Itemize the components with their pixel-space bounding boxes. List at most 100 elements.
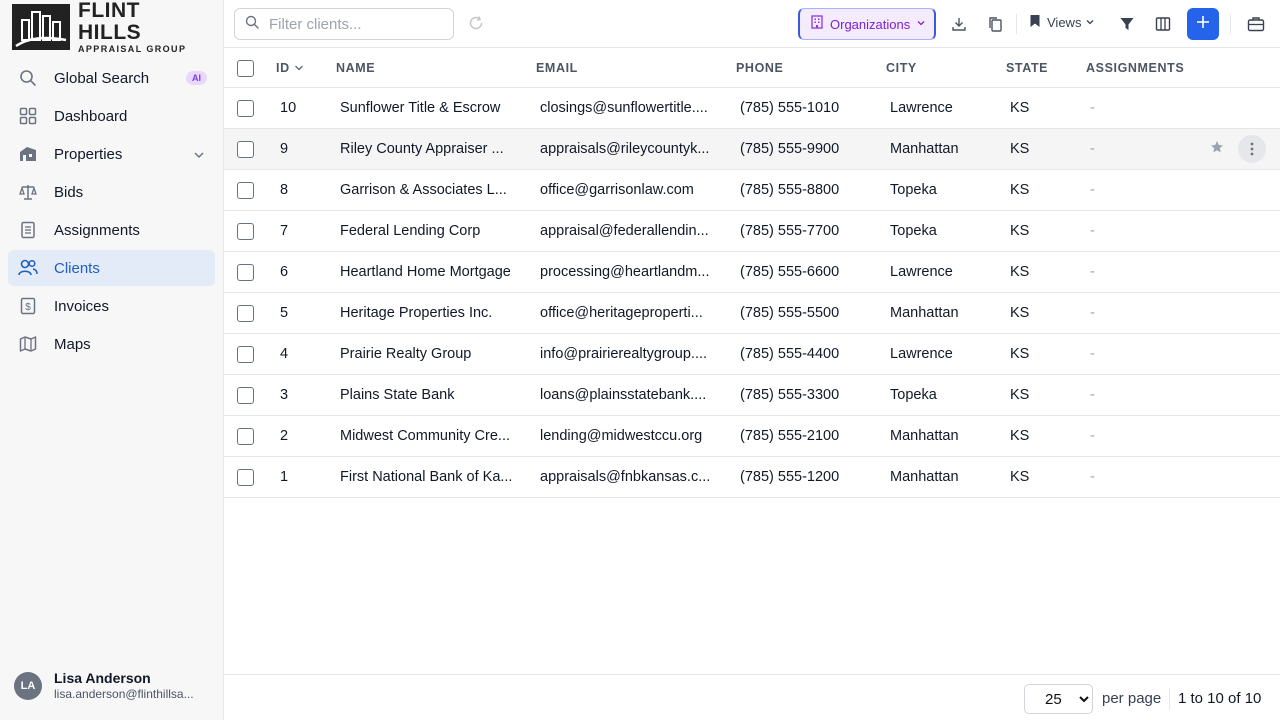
- column-header-email[interactable]: EMAIL: [536, 61, 578, 75]
- cell-assignments: -: [1090, 428, 1095, 444]
- user-email: lisa.anderson@flinthillsa...: [54, 687, 194, 701]
- scale-icon: [18, 182, 38, 202]
- per-page-select[interactable]: 25: [1024, 684, 1093, 714]
- add-client-button[interactable]: [1187, 8, 1219, 40]
- cell-name[interactable]: Heartland Home Mortgage: [340, 264, 511, 280]
- row-checkbox[interactable]: [237, 100, 254, 117]
- cell-id: 2: [280, 428, 289, 444]
- column-header-phone[interactable]: PHONE: [736, 61, 783, 75]
- organizations-filter-button[interactable]: Organizations: [798, 8, 936, 40]
- table-row[interactable]: 8 Garrison & Associates L... office@garr…: [224, 170, 1280, 211]
- cell-assignments: -: [1090, 469, 1095, 485]
- cell-phone: (785) 555-3300: [740, 387, 840, 403]
- cell-email[interactable]: info@prairierealtygroup....: [540, 346, 707, 362]
- cell-name[interactable]: Midwest Community Cre...: [340, 428, 510, 444]
- table-row[interactable]: 5 Heritage Properties Inc. office@herita…: [224, 293, 1280, 334]
- cell-city: Lawrence: [890, 346, 953, 362]
- row-checkbox[interactable]: [237, 469, 254, 486]
- cell-email[interactable]: closings@sunflowertitle....: [540, 100, 708, 116]
- row-checkbox[interactable]: [237, 387, 254, 404]
- table-row[interactable]: 3 Plains State Bank loans@plainsstateban…: [224, 375, 1280, 416]
- cell-name[interactable]: Sunflower Title & Escrow: [340, 100, 500, 116]
- sidebar-item-clients[interactable]: Clients: [8, 250, 215, 286]
- cell-email[interactable]: lending@midwestccu.org: [540, 428, 702, 444]
- cell-name[interactable]: Plains State Bank: [340, 387, 454, 403]
- cell-id: 4: [280, 346, 289, 362]
- download-icon[interactable]: [949, 14, 969, 34]
- organizations-label: Organizations: [830, 16, 911, 32]
- brand-logo[interactable]: FLINT HILLS APPRAISAL GROUP: [12, 0, 202, 54]
- sidebar-item-assignments[interactable]: Assignments: [8, 212, 215, 248]
- table-row[interactable]: 7 Federal Lending Corp appraisal@federal…: [224, 211, 1280, 252]
- cell-name[interactable]: Heritage Properties Inc.: [340, 305, 492, 321]
- search-box[interactable]: [234, 8, 454, 40]
- row-checkbox[interactable]: [237, 182, 254, 199]
- chevron-down-icon: [1085, 15, 1095, 30]
- sidebar-item-global-search[interactable]: Global Search AI: [8, 60, 215, 96]
- cell-email[interactable]: office@heritageproperti...: [540, 305, 703, 321]
- cell-email[interactable]: office@garrisonlaw.com: [540, 182, 694, 198]
- cell-id: 8: [280, 182, 289, 198]
- table-row[interactable]: 1 First National Bank of Ka... appraisal…: [224, 457, 1280, 498]
- table-row[interactable]: 6 Heartland Home Mortgage processing@hea…: [224, 252, 1280, 293]
- user-profile[interactable]: LA Lisa Anderson lisa.anderson@flinthill…: [14, 670, 194, 702]
- sidebar-item-maps[interactable]: Maps: [8, 326, 215, 362]
- toolbar-divider: [1016, 14, 1017, 34]
- cell-state: KS: [1010, 141, 1030, 157]
- cell-email[interactable]: appraisals@rileycountyk...: [540, 141, 709, 157]
- views-button[interactable]: Views: [1029, 14, 1095, 31]
- views-label: Views: [1047, 15, 1082, 30]
- sidebar-item-label: Maps: [54, 335, 91, 353]
- table-row[interactable]: 4 Prairie Realty Group info@prairierealt…: [224, 334, 1280, 375]
- column-header-name[interactable]: NAME: [336, 61, 375, 75]
- table-row[interactable]: 2 Midwest Community Cre... lending@midwe…: [224, 416, 1280, 457]
- select-all-checkbox[interactable]: [237, 60, 254, 77]
- more-vertical-icon[interactable]: [1238, 135, 1266, 163]
- copy-icon[interactable]: [985, 14, 1005, 34]
- avatar: LA: [14, 672, 42, 700]
- cell-id: 10: [280, 100, 297, 116]
- cell-assignments: -: [1090, 305, 1095, 321]
- columns-icon[interactable]: [1153, 14, 1173, 34]
- cell-name[interactable]: Federal Lending Corp: [340, 223, 480, 239]
- row-checkbox[interactable]: [237, 305, 254, 322]
- sidebar-item-properties[interactable]: Properties: [8, 136, 215, 172]
- search-input[interactable]: [269, 15, 439, 33]
- cell-email[interactable]: loans@plainsstatebank....: [540, 387, 706, 403]
- cell-name[interactable]: First National Bank of Ka...: [340, 469, 512, 485]
- column-header-id[interactable]: ID: [276, 61, 304, 75]
- row-checkbox[interactable]: [237, 346, 254, 363]
- refresh-icon[interactable]: [468, 15, 484, 36]
- filter-icon[interactable]: [1117, 14, 1137, 34]
- cell-name[interactable]: Riley County Appraiser ...: [340, 141, 504, 157]
- toolbar-divider: [1230, 14, 1231, 34]
- column-header-city[interactable]: CITY: [886, 61, 917, 75]
- row-checkbox[interactable]: [237, 223, 254, 240]
- sidebar-item-invoices[interactable]: $ Invoices: [8, 288, 215, 324]
- cell-name[interactable]: Garrison & Associates L...: [340, 182, 507, 198]
- per-page-label: per page: [1102, 690, 1162, 707]
- chevron-down-icon[interactable]: [193, 148, 205, 166]
- cell-email[interactable]: appraisal@federallendin...: [540, 223, 709, 239]
- cell-city: Manhattan: [890, 141, 959, 157]
- row-checkbox[interactable]: [237, 264, 254, 281]
- pagination-divider: [1169, 688, 1170, 710]
- star-icon[interactable]: [1210, 140, 1224, 159]
- table-row[interactable]: 9 Riley County Appraiser ... appraisals@…: [224, 129, 1280, 170]
- cell-state: KS: [1010, 264, 1030, 280]
- row-checkbox[interactable]: [237, 141, 254, 158]
- cell-id: 9: [280, 141, 289, 157]
- cell-email[interactable]: appraisals@fnbkansas.c...: [540, 469, 710, 485]
- column-header-assignments[interactable]: ASSIGNMENTS: [1086, 61, 1184, 75]
- cell-phone: (785) 555-1200: [740, 469, 840, 485]
- column-header-state[interactable]: STATE: [1006, 61, 1048, 75]
- briefcase-icon[interactable]: [1246, 14, 1266, 34]
- chevron-down-icon: [916, 15, 926, 33]
- sidebar-item-label: Bids: [54, 183, 84, 201]
- table-row[interactable]: 10 Sunflower Title & Escrow closings@sun…: [224, 88, 1280, 129]
- cell-email[interactable]: processing@heartlandm...: [540, 264, 709, 280]
- cell-name[interactable]: Prairie Realty Group: [340, 346, 471, 362]
- sidebar-item-dashboard[interactable]: Dashboard: [8, 98, 215, 134]
- sidebar-item-bids[interactable]: Bids: [8, 174, 215, 210]
- row-checkbox[interactable]: [237, 428, 254, 445]
